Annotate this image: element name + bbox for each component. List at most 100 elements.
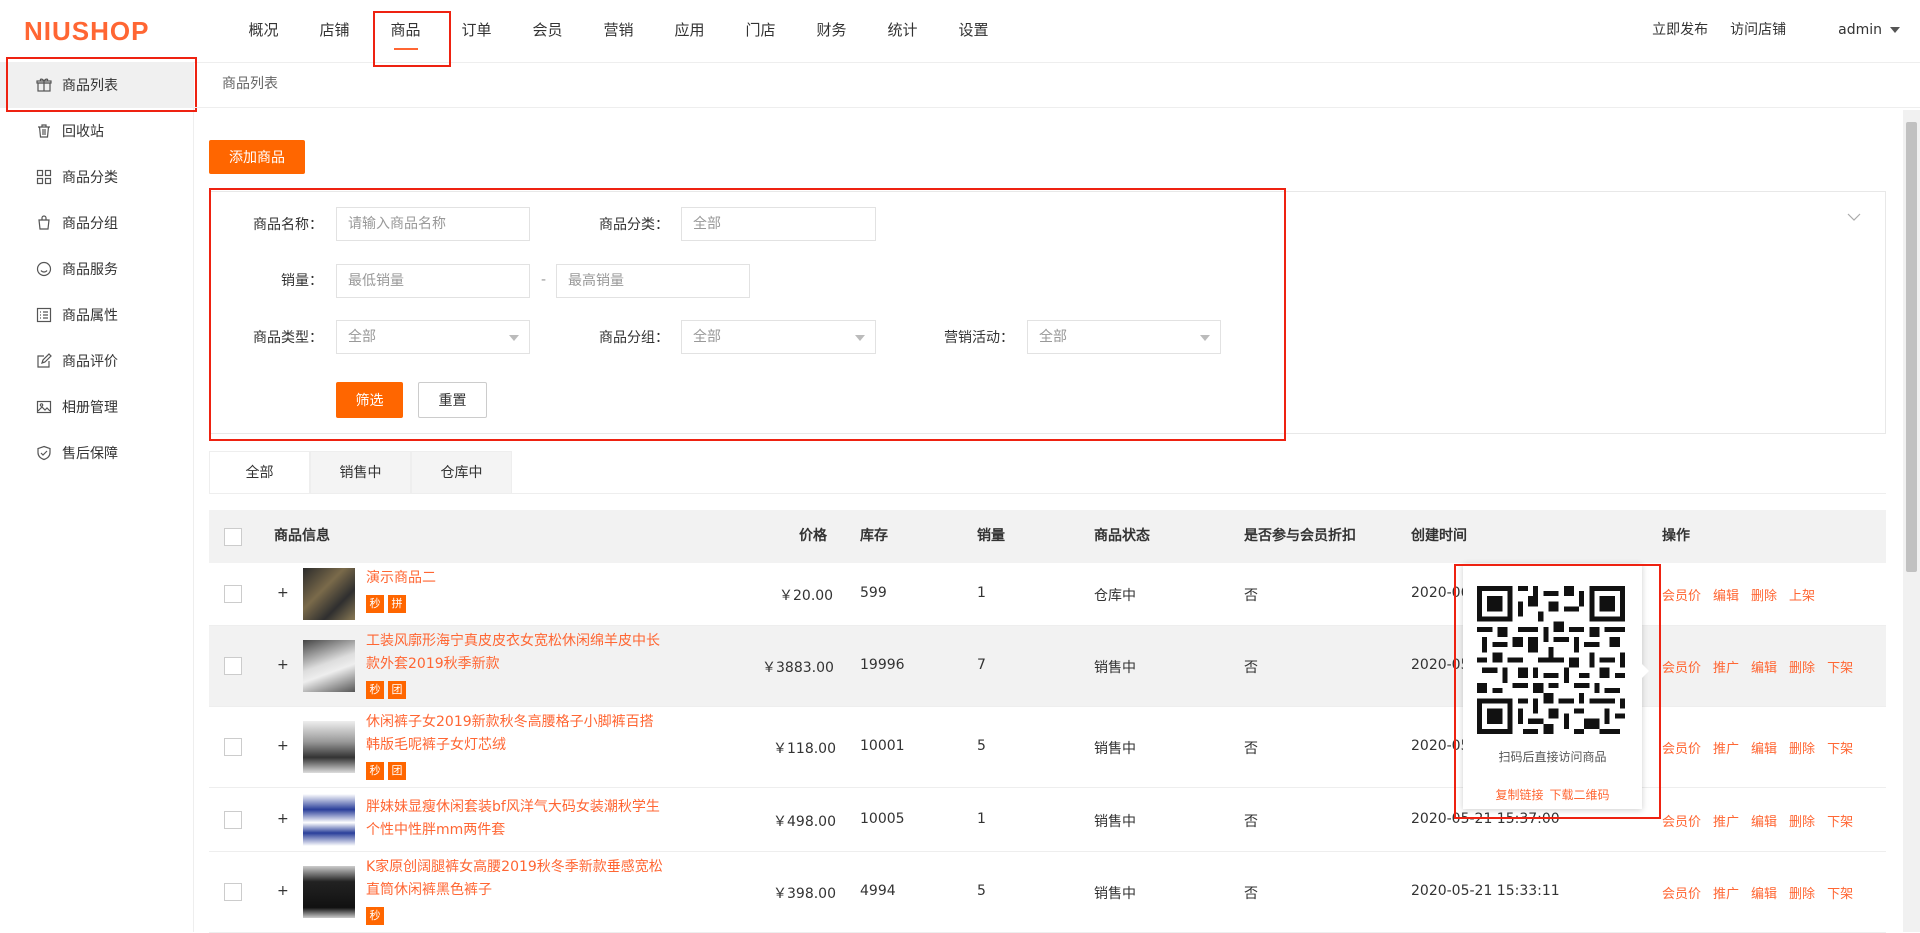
sidebar-item-album[interactable]: 相册管理 (0, 384, 193, 430)
product-tags: 秒团 (366, 678, 666, 701)
created-cell: 2020-05-21 15:33:11 (1411, 883, 1560, 899)
discount-cell: 否 (1244, 588, 1258, 604)
select-all-checkbox[interactable] (224, 528, 242, 546)
expand-icon[interactable]: + (277, 811, 289, 827)
product-thumbnail (303, 640, 355, 692)
unshelve-link[interactable]: 下架 (1827, 887, 1853, 902)
tab-in-warehouse[interactable]: 仓库中 (411, 451, 512, 493)
sidebar-item-reviews[interactable]: 商品评价 (0, 338, 193, 384)
row-actions: 会员价 推广 编辑 删除 下架 (1662, 657, 1865, 676)
delete-link[interactable]: 删除 (1789, 887, 1815, 902)
row-checkbox[interactable] (224, 657, 242, 675)
delete-link[interactable]: 删除 (1789, 742, 1815, 757)
user-menu[interactable]: admin (1838, 0, 1900, 62)
header-info: 商品信息 (274, 528, 330, 544)
tag-seckill: 秒 (366, 595, 384, 613)
tag-group: 团 (388, 762, 406, 780)
product-name-link[interactable]: 工装风廓形海宁真皮皮衣女宽松休闲绵羊皮中长款外套2019秋季新款 秒团 (366, 630, 666, 701)
row-actions: 会员价 推广 编辑 删除 下架 (1662, 811, 1865, 830)
delete-link[interactable]: 删除 (1751, 589, 1777, 604)
member-price-link[interactable]: 会员价 (1662, 887, 1701, 902)
publish-link[interactable]: 立即发布 (1652, 0, 1708, 62)
member-price-link[interactable]: 会员价 (1662, 742, 1701, 757)
grid-icon (36, 169, 52, 185)
product-thumbnail (303, 794, 355, 846)
nav-item-settings[interactable]: 设置 (938, 0, 1009, 62)
scrollbar-thumb[interactable] (1906, 122, 1917, 572)
nav-item-orders[interactable]: 订单 (441, 0, 512, 62)
header-stock: 库存 (860, 528, 888, 544)
status-cell: 销售中 (1094, 814, 1136, 830)
page-scrollbar[interactable] (1903, 110, 1920, 932)
chevron-down-icon (1890, 27, 1900, 33)
row-actions: 会员价 推广 编辑 删除 下架 (1662, 883, 1865, 902)
row-actions: 会员价 推广 编辑 删除 下架 (1662, 738, 1865, 757)
top-right-links: 立即发布 访问店铺 admin (1652, 0, 1900, 62)
status-cell: 销售中 (1094, 886, 1136, 902)
header-sales: 销量 (977, 528, 1005, 544)
edit-link[interactable]: 编辑 (1751, 742, 1777, 757)
edit-link[interactable]: 编辑 (1713, 589, 1739, 604)
nav-item-shop[interactable]: 店铺 (299, 0, 370, 62)
delete-link[interactable]: 删除 (1789, 815, 1815, 830)
row-checkbox[interactable] (224, 883, 242, 901)
promote-link[interactable]: 推广 (1713, 742, 1739, 757)
sidebar-item-attributes[interactable]: 商品属性 (0, 292, 193, 338)
header-status: 商品状态 (1094, 528, 1150, 544)
sidebar-item-service[interactable]: 商品服务 (0, 246, 193, 292)
tab-on-sale[interactable]: 销售中 (310, 451, 411, 493)
member-price-link[interactable]: 会员价 (1662, 661, 1701, 676)
nav-item-apps[interactable]: 应用 (654, 0, 725, 62)
username: admin (1838, 22, 1882, 38)
discount-cell: 否 (1244, 886, 1258, 902)
sidebar-item-group[interactable]: 商品分组 (0, 200, 193, 246)
logo[interactable]: NIUSHOP (24, 16, 149, 47)
product-tags: 秒拼 (366, 592, 666, 615)
expand-icon[interactable]: + (277, 657, 289, 673)
unshelve-link[interactable]: 下架 (1827, 815, 1853, 830)
promote-link[interactable]: 推广 (1713, 815, 1739, 830)
row-checkbox[interactable] (224, 738, 242, 756)
sidebar-item-aftersale[interactable]: 售后保障 (0, 430, 193, 476)
sidebar: 商品列表 回收站 商品分类 商品分组 商品服务 商品属性 商品评价 相册管理 售… (0, 62, 194, 932)
edit-link[interactable]: 编辑 (1751, 661, 1777, 676)
product-name-link[interactable]: 胖妹妹显瘦休闲套装bf风洋气大码女装潮秋学生个性中性胖mm两件套 (366, 796, 666, 842)
highlight-filter-panel (209, 188, 1286, 441)
nav-item-stores[interactable]: 门店 (725, 0, 796, 62)
row-checkbox[interactable] (224, 585, 242, 603)
unshelve-link[interactable]: 下架 (1827, 742, 1853, 757)
expand-icon[interactable]: + (277, 585, 289, 601)
price-cell: ￥498.00 (773, 814, 836, 830)
product-name-link[interactable]: 演示商品二 秒拼 (366, 567, 666, 615)
nav-item-members[interactable]: 会员 (512, 0, 583, 62)
nav-item-overview[interactable]: 概况 (228, 0, 299, 62)
add-goods-button[interactable]: 添加商品 (209, 140, 305, 174)
member-price-link[interactable]: 会员价 (1662, 815, 1701, 830)
product-name-link[interactable]: K家原创阔腿裤女高腰2019秋冬季新款垂感宽松直筒休闲裤黑色裤子 秒 (366, 856, 666, 927)
member-price-link[interactable]: 会员价 (1662, 589, 1701, 604)
sidebar-item-recycle[interactable]: 回收站 (0, 108, 193, 154)
sidebar-item-label: 售后保障 (62, 446, 118, 462)
expand-icon[interactable]: + (277, 883, 289, 899)
status-cell: 销售中 (1094, 741, 1136, 757)
product-name-link[interactable]: 休闲裤子女2019新款秋冬高腰格子小脚裤百搭韩版毛呢裤子女灯芯绒 秒团 (366, 711, 666, 782)
nav-item-marketing[interactable]: 营销 (583, 0, 654, 62)
expand-icon[interactable]: + (277, 738, 289, 754)
nav-item-stats[interactable]: 统计 (867, 0, 938, 62)
sidebar-item-category[interactable]: 商品分类 (0, 154, 193, 200)
edit-link[interactable]: 编辑 (1751, 887, 1777, 902)
visit-shop-link[interactable]: 访问店铺 (1730, 0, 1786, 62)
sidebar-item-label: 商品分类 (62, 170, 118, 186)
promote-link[interactable]: 推广 (1713, 661, 1739, 676)
row-actions: 会员价 编辑 删除 上架 (1662, 585, 1827, 604)
nav-item-finance[interactable]: 财务 (796, 0, 867, 62)
tab-all[interactable]: 全部 (209, 451, 310, 493)
unshelve-link[interactable]: 下架 (1827, 661, 1853, 676)
promote-link[interactable]: 推广 (1713, 887, 1739, 902)
row-checkbox[interactable] (224, 811, 242, 829)
chevron-down-icon[interactable] (1847, 210, 1861, 222)
delete-link[interactable]: 删除 (1789, 661, 1815, 676)
edit-link[interactable]: 编辑 (1751, 815, 1777, 830)
price-cell: ￥20.00 (779, 588, 834, 604)
shelve-link[interactable]: 上架 (1789, 589, 1815, 604)
